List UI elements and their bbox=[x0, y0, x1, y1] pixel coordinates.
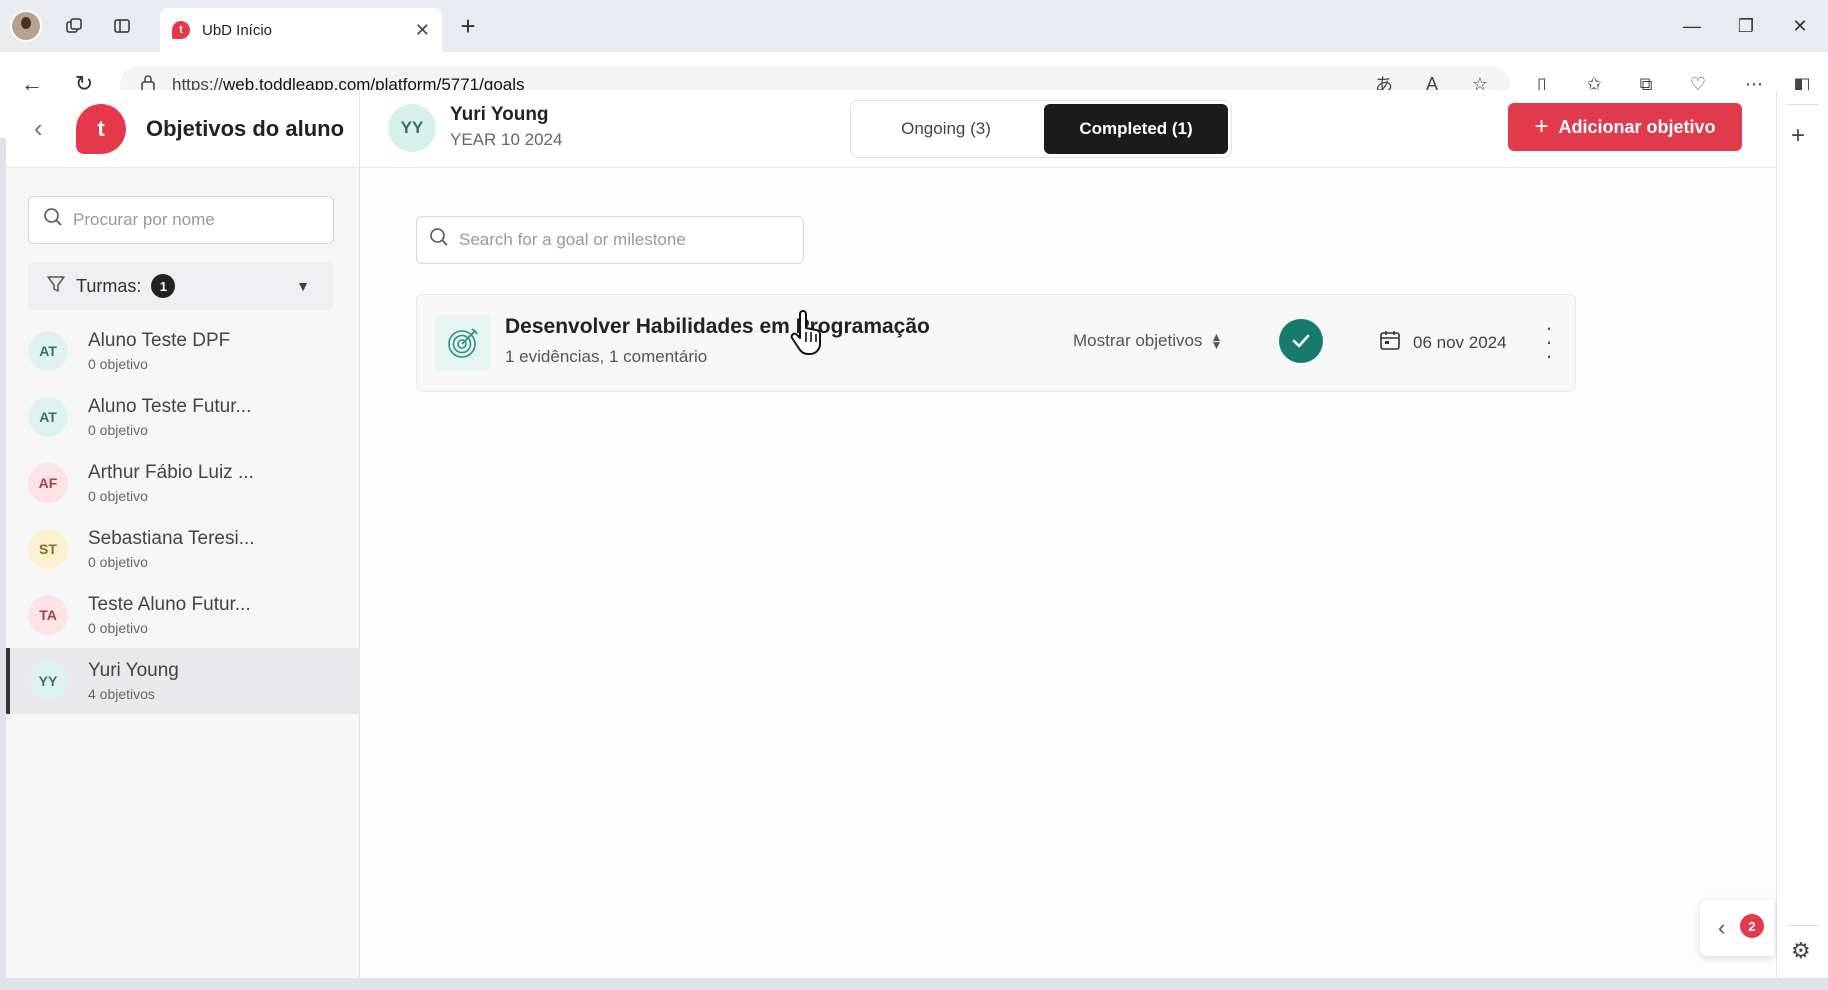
student-item[interactable]: AT Aluno Teste Futur... 0 objetivo bbox=[6, 384, 360, 450]
hand-cursor-icon bbox=[788, 310, 828, 363]
goals-header: YY Yuri Young YEAR 10 2024 Ongoing (3) C… bbox=[360, 90, 1776, 168]
calendar-icon bbox=[1379, 329, 1401, 356]
filter-count-badge: 1 bbox=[151, 274, 176, 298]
class-filter[interactable]: Turmas: 1 ▼ bbox=[28, 262, 334, 310]
avatar: ST bbox=[28, 529, 68, 569]
student-goal-count: 0 objetivo bbox=[88, 620, 148, 636]
goal-title[interactable]: Desenvolver Habilidades em Programação bbox=[505, 315, 930, 339]
student-name: Yuri Young bbox=[88, 660, 179, 681]
show-goals-label: Mostrar objetivos bbox=[1073, 331, 1203, 350]
goal-due-date[interactable]: 06 nov 2024 bbox=[1379, 329, 1507, 356]
student-goal-count: 0 objetivo bbox=[88, 356, 148, 372]
goal-meta: 1 evidências, 1 comentário bbox=[505, 347, 708, 366]
student-sidebar: ‹ t Objetivos do aluno Turmas: 1 ▼ AT Al… bbox=[6, 90, 360, 978]
sort-icon: ▲ ▼ bbox=[1210, 330, 1223, 352]
search-icon bbox=[43, 207, 63, 233]
avatar: AF bbox=[28, 463, 68, 503]
student-name: Aluno Teste DPF bbox=[88, 330, 231, 351]
filter-icon bbox=[46, 274, 66, 299]
filter-label: Turmas: bbox=[76, 275, 142, 296]
tab-ongoing[interactable]: Ongoing (3) bbox=[854, 104, 1038, 154]
notification-badge: 2 bbox=[1740, 914, 1764, 938]
student-name: Aluno Teste Futur... bbox=[88, 396, 252, 417]
student-goal-count: 0 objetivo bbox=[88, 554, 148, 570]
avatar: AT bbox=[28, 331, 68, 371]
student-search[interactable] bbox=[28, 196, 334, 244]
student-goal-count: 0 objetivo bbox=[88, 488, 148, 504]
rail-divider bbox=[1787, 104, 1819, 105]
student-name: Teste Aluno Futur... bbox=[88, 594, 251, 615]
chevron-left-icon: ‹ bbox=[1718, 915, 1726, 940]
avatar: AT bbox=[28, 397, 68, 437]
add-goal-label: Adicionar objetivo bbox=[1558, 116, 1716, 137]
goals-content: Desenvolver Habilidades em Programação 1… bbox=[360, 168, 1776, 978]
date-text: 06 nov 2024 bbox=[1413, 332, 1507, 352]
student-name: Arthur Fábio Luiz ... bbox=[88, 462, 254, 483]
toddle-favicon-icon: t bbox=[172, 21, 190, 39]
student-item[interactable]: TA Teste Aluno Futur... 0 objetivo bbox=[6, 582, 360, 648]
student-list: AT Aluno Teste DPF 0 objetivo AT Aluno Te… bbox=[6, 318, 360, 714]
status-tabs: Ongoing (3) Completed (1) bbox=[850, 100, 1232, 158]
tab-completed[interactable]: Completed (1) bbox=[1044, 104, 1228, 154]
minimize-icon[interactable]: — bbox=[1672, 10, 1712, 42]
search-icon bbox=[429, 227, 449, 253]
notifications-widget[interactable]: ‹ 2 bbox=[1700, 900, 1774, 956]
student-class: YEAR 10 2024 bbox=[450, 130, 563, 149]
browser-tab[interactable]: t UbD Início ✕ bbox=[160, 8, 442, 52]
student-goal-count: 4 objetivos bbox=[88, 686, 155, 702]
target-icon bbox=[435, 315, 491, 371]
student-goal-count: 0 objetivo bbox=[88, 422, 148, 438]
student-item-selected[interactable]: YY Yuri Young 4 objetivos bbox=[6, 648, 360, 714]
browser-sidebar: + ⚙ bbox=[1776, 90, 1828, 978]
page-viewport: ‹ t Objetivos do aluno Turmas: 1 ▼ AT Al… bbox=[6, 90, 1776, 978]
toddle-logo: t bbox=[76, 103, 126, 154]
show-goals-toggle[interactable]: Mostrar objetivos ▲ ▼ bbox=[1073, 331, 1222, 351]
vertical-tabs-icon[interactable] bbox=[106, 10, 138, 42]
browser-tab-bar: t UbD Início ✕ + — ❐ ✕ bbox=[0, 0, 1828, 52]
page-title: Objetivos do aluno bbox=[146, 115, 345, 141]
profile-avatar[interactable] bbox=[10, 10, 42, 42]
student-search-input[interactable] bbox=[73, 210, 313, 230]
student-item[interactable]: ST Sebastiana Teresi... 0 objetivo bbox=[6, 516, 360, 582]
plus-icon: + bbox=[1534, 113, 1549, 140]
restore-icon[interactable]: ❐ bbox=[1726, 10, 1766, 42]
student-item[interactable]: AT Aluno Teste DPF 0 objetivo bbox=[6, 318, 360, 384]
avatar: YY bbox=[388, 104, 436, 152]
add-goal-button[interactable]: + Adicionar objetivo bbox=[1508, 103, 1742, 151]
tab-title: UbD Início bbox=[202, 21, 273, 39]
more-options-icon[interactable]: · · · bbox=[1537, 317, 1561, 367]
window-close-icon[interactable]: ✕ bbox=[1780, 10, 1820, 42]
add-icon[interactable]: + bbox=[1791, 122, 1805, 150]
close-icon[interactable]: ✕ bbox=[415, 20, 430, 41]
rail-divider bbox=[1787, 925, 1819, 926]
goal-search[interactable] bbox=[416, 216, 804, 264]
goal-search-input[interactable] bbox=[459, 230, 789, 250]
student-item[interactable]: AF Arthur Fábio Luiz ... 0 objetivo bbox=[6, 450, 360, 516]
goal-card[interactable]: Desenvolver Habilidades em Programação 1… bbox=[416, 294, 1576, 392]
avatar: TA bbox=[28, 595, 68, 635]
avatar: YY bbox=[28, 661, 68, 701]
settings-gear-icon[interactable]: ⚙ bbox=[1791, 938, 1811, 964]
chevron-left-icon[interactable]: ‹ bbox=[34, 113, 56, 144]
completed-check-icon[interactable] bbox=[1279, 319, 1323, 363]
sidebar-header: ‹ t Objetivos do aluno bbox=[6, 90, 359, 168]
student-name-heading: Yuri Young bbox=[450, 104, 549, 125]
caret-down-icon[interactable]: ▼ bbox=[296, 278, 310, 294]
student-name: Sebastiana Teresi... bbox=[88, 528, 255, 549]
new-tab-icon[interactable]: + bbox=[452, 10, 484, 42]
workspaces-icon[interactable] bbox=[58, 10, 90, 42]
